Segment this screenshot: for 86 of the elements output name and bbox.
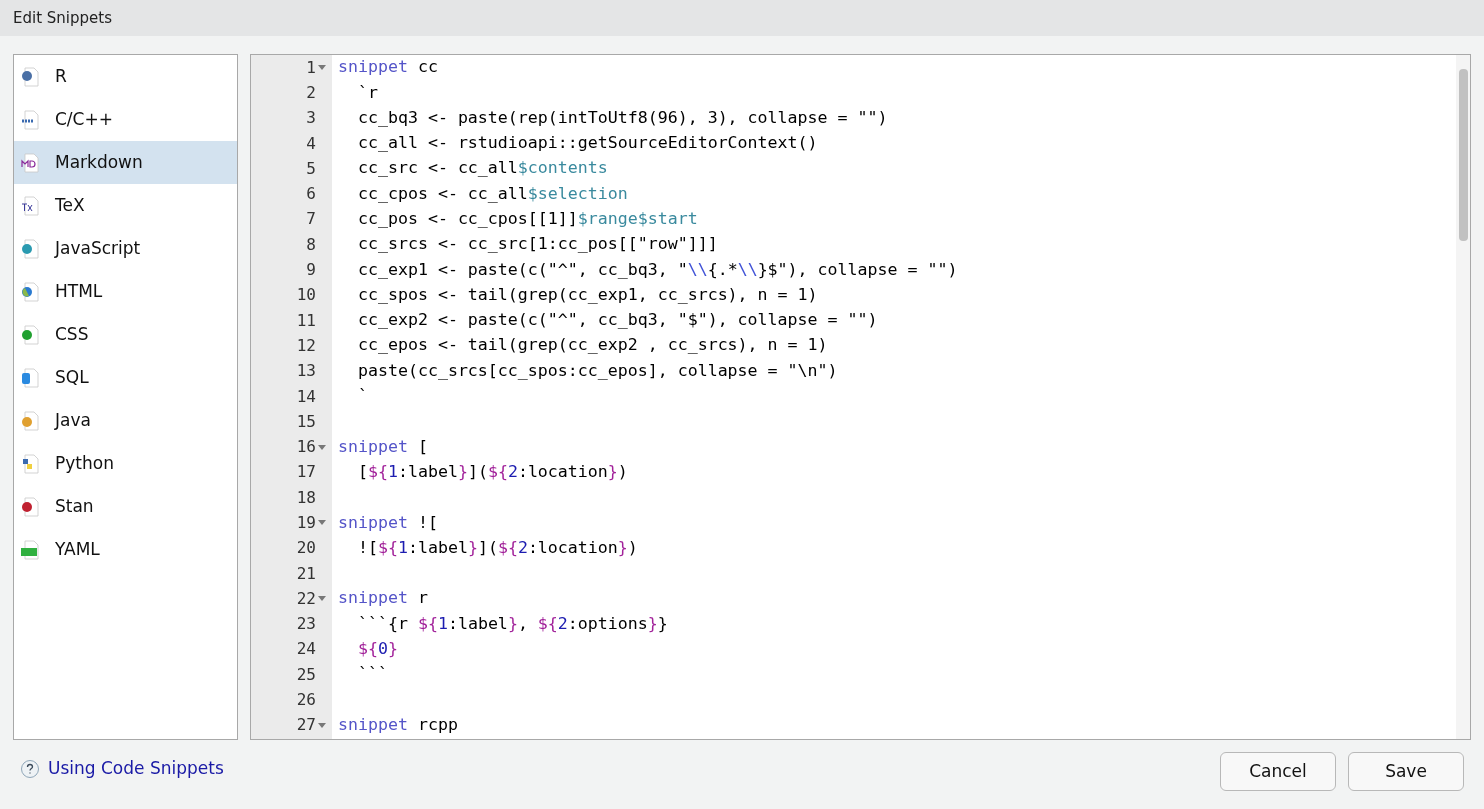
line-number: 7 <box>306 208 316 231</box>
code-line: ``` <box>356 663 388 686</box>
help-icon <box>20 758 40 779</box>
line-number: 22 <box>296 587 316 610</box>
language-item[interactable]: Python <box>14 442 237 485</box>
code-line: `r <box>356 81 378 104</box>
code-line: cc_exp2 <- paste(c("^", cc_bq3, "$"), collapse = "") <box>356 309 878 332</box>
language-item[interactable]: R <box>14 55 237 98</box>
code-line: cc_spos <- tail(grep(cc_exp1, cc_srcs), n = 1) <box>356 283 818 306</box>
line-number: 5 <box>306 157 316 180</box>
line-number: 13 <box>296 360 316 383</box>
file-icon <box>21 195 41 216</box>
language-item[interactable]: CSS <box>14 313 237 356</box>
line-number: 4 <box>306 132 316 155</box>
code-line: [${1:label}](${2:location}) <box>356 460 628 483</box>
line-number: 6 <box>306 183 316 206</box>
fold-arrow-icon[interactable] <box>318 722 326 728</box>
fold-arrow-icon[interactable] <box>318 444 326 450</box>
file-icon <box>21 152 41 173</box>
code-line: ` <box>356 385 368 408</box>
code-line: cc_pos <- cc_cpos[[1]]$range$start <box>356 208 698 230</box>
line-number: 16 <box>296 436 316 459</box>
fold-arrow-icon[interactable] <box>318 596 326 602</box>
line-number: 21 <box>296 562 316 585</box>
code-editor[interactable] <box>250 54 1471 740</box>
code-line: snippet [ <box>338 435 428 458</box>
line-number: 26 <box>296 689 316 712</box>
dialog-button[interactable]: Save <box>1348 752 1464 791</box>
help-link[interactable]: Using Code Snippets <box>48 756 224 782</box>
code-line: cc_all <- rstudioapi::getSourceEditorContext() <box>356 132 818 155</box>
code-line: snippet r <box>338 587 428 610</box>
line-number: 2 <box>306 81 316 104</box>
dialog-button[interactable]: Cancel <box>1220 752 1336 791</box>
file-icon <box>21 410 41 431</box>
line-number: 8 <box>306 233 316 256</box>
line-number: 25 <box>296 663 316 686</box>
code-line: snippet cc <box>338 56 438 79</box>
file-icon <box>21 539 41 560</box>
file-icon <box>21 109 41 130</box>
file-icon <box>21 367 41 388</box>
language-item[interactable]: SQL <box>14 356 237 399</box>
code-line: cc_srcs <- cc_src[1:cc_pos[["row"]]] <box>356 233 718 256</box>
code-line: cc_epos <- tail(grep(cc_exp2 , cc_srcs), n = 1) <box>356 334 828 357</box>
code-line: snippet ![ <box>338 511 438 534</box>
language-item[interactable]: Java <box>14 399 237 442</box>
line-number: 15 <box>296 410 316 433</box>
line-number: 17 <box>296 461 316 484</box>
file-icon <box>21 281 41 302</box>
file-icon <box>21 66 41 87</box>
language-item[interactable]: JavaScript <box>14 227 237 270</box>
line-number: 9 <box>306 259 316 281</box>
line-number: 14 <box>296 385 316 408</box>
code-line: ${0} <box>356 638 398 661</box>
line-number: 23 <box>296 613 316 636</box>
code-line: cc_exp1 <- paste(c("^", cc_bq3, "\\{.*\\}$"), collapse = "") <box>356 258 958 281</box>
line-number: 1 <box>306 56 316 79</box>
line-number: 12 <box>296 334 316 357</box>
code-line: cc_cpos <- cc_all$selection <box>356 182 628 205</box>
language-item[interactable]: HTML <box>14 270 237 313</box>
line-number: 10 <box>296 284 316 307</box>
fold-arrow-icon[interactable] <box>318 65 326 71</box>
code-line: cc_bq3 <- paste(rep(intToUtf8(96), 3), collapse = "") <box>356 106 888 129</box>
language-item[interactable]: C/C++ <box>14 98 237 141</box>
fold-arrow-icon[interactable] <box>318 520 326 526</box>
line-number: 3 <box>306 107 316 130</box>
line-number: 19 <box>296 512 316 534</box>
code-line: ```{r ${1:label}, ${2:options}} <box>356 612 668 635</box>
scrollbar[interactable] <box>1456 55 1470 739</box>
file-icon <box>21 453 41 474</box>
line-number: 18 <box>296 486 316 509</box>
window-title: Edit Snippets <box>13 7 112 29</box>
code-line: ![${1:label}](${2:location}) <box>356 536 638 559</box>
line-number: 20 <box>296 537 316 560</box>
language-item[interactable]: TeX <box>14 184 237 227</box>
language-item[interactable]: Markdown <box>14 141 237 184</box>
code-line: cc_src <- cc_all$contents <box>356 157 608 180</box>
file-icon <box>21 496 41 517</box>
file-icon <box>21 238 41 259</box>
language-item[interactable]: Stan <box>14 485 237 528</box>
code-line: paste(cc_srcs[cc_spos:cc_epos], collapse = "\n") <box>356 359 838 382</box>
language-item[interactable]: YAML <box>14 528 237 571</box>
line-number: 24 <box>296 638 316 661</box>
code-line: snippet rcpp <box>338 713 458 736</box>
line-number: 11 <box>296 309 316 332</box>
line-number: 27 <box>296 714 316 737</box>
file-icon <box>21 324 41 345</box>
